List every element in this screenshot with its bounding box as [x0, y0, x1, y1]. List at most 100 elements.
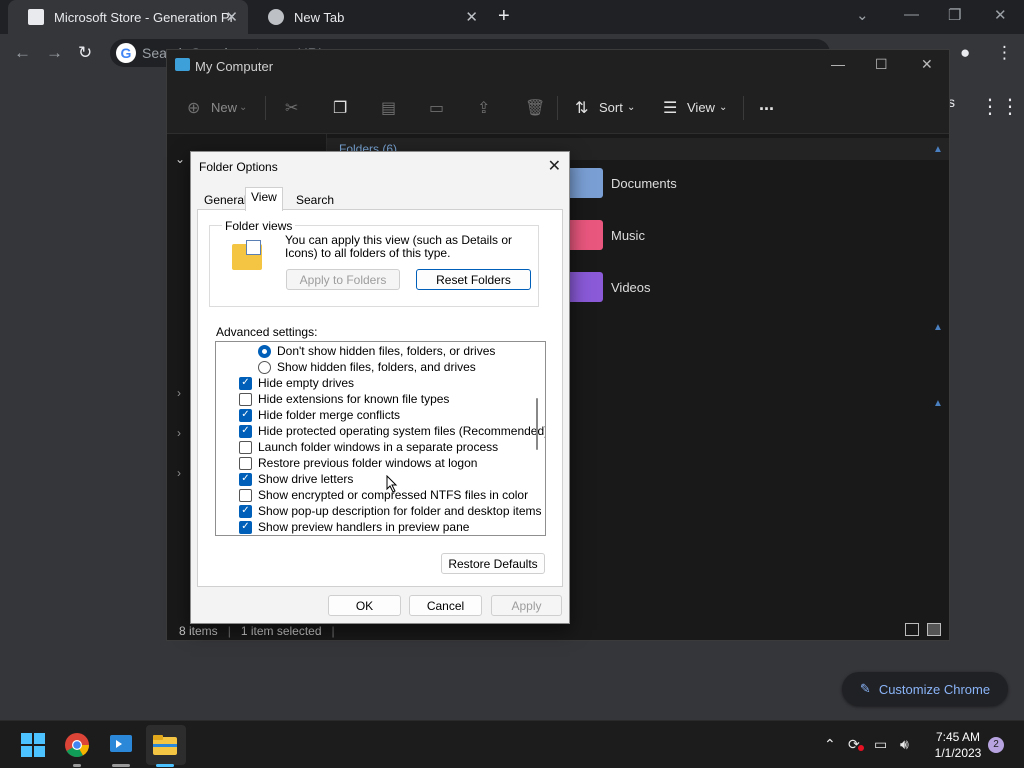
view-button[interactable]: View — [687, 100, 715, 115]
volume-icon[interactable]: 🔊︎ — [900, 736, 909, 753]
checkbox[interactable]: ✓ — [239, 472, 252, 486]
folder-item-music[interactable]: Music — [567, 220, 645, 250]
advanced-setting-row[interactable]: Show hidden files, folders, and drives — [258, 359, 476, 375]
cut-icon[interactable]: ✂ — [285, 98, 298, 118]
chrome-tab-microsoft-store[interactable]: Microsoft Store - Generation Proj ✕ — [8, 0, 248, 34]
checkbox[interactable]: ✓ — [239, 376, 252, 390]
close-window-icon[interactable]: ✕ — [994, 6, 1007, 24]
setting-label: Hide extensions for known file types — [258, 392, 450, 406]
radio-button[interactable] — [258, 360, 271, 374]
chrome-icon[interactable] — [64, 732, 90, 758]
advanced-setting-row[interactable]: ✓ Hide protected operating system files (… — [239, 423, 545, 439]
collapse-icon[interactable]: ▲ — [933, 322, 943, 333]
folder-item-videos[interactable]: Videos — [567, 272, 651, 302]
profile-icon[interactable]: ● — [960, 43, 970, 63]
copy-icon[interactable]: ❐ — [333, 98, 347, 118]
advanced-setting-row[interactable]: ✓ Show pop-up description for folder and … — [239, 503, 542, 519]
checkbox[interactable] — [239, 488, 252, 502]
folder-label: Music — [611, 227, 645, 243]
sort-icon[interactable]: ⇅ — [575, 98, 588, 118]
chevron-right-icon[interactable]: › — [177, 466, 181, 480]
checkbox[interactable] — [239, 440, 252, 454]
ok-button[interactable]: OK — [328, 595, 401, 616]
sync-icon[interactable]: ⟳ — [848, 736, 860, 753]
new-button[interactable]: New — [211, 100, 237, 115]
chevron-down-icon[interactable]: ⌄ — [175, 152, 185, 166]
tab-search[interactable]: Search — [291, 190, 339, 210]
reset-folders-button[interactable]: Reset Folders — [416, 269, 531, 290]
folder-options-dialog: Folder Options ✕ General View Search Fol… — [190, 151, 570, 624]
store-icon — [28, 9, 44, 25]
restore-defaults-button[interactable]: Restore Defaults — [441, 553, 545, 574]
forward-icon[interactable]: → — [46, 43, 63, 63]
tab-general[interactable]: General — [199, 190, 252, 210]
details-view-icon[interactable] — [905, 623, 919, 636]
tab-view[interactable]: View — [245, 187, 283, 211]
advanced-setting-row[interactable]: ✓ Show drive letters — [239, 471, 353, 487]
view-icon[interactable]: ☰ — [663, 98, 677, 118]
radio-button[interactable] — [258, 344, 271, 358]
file-explorer-icon[interactable] — [152, 732, 178, 758]
rename-icon[interactable]: ▭ — [429, 98, 444, 118]
checkbox[interactable]: ✓ — [239, 504, 252, 518]
more-options-button[interactable]: ... — [759, 94, 774, 115]
share-icon[interactable]: ⇪ — [477, 98, 490, 118]
advanced-setting-row[interactable]: Launch folder windows in a separate proc… — [239, 439, 498, 455]
large-icons-view-icon[interactable] — [927, 623, 941, 636]
close-tab-icon[interactable]: ✕ — [465, 8, 478, 26]
remote-desktop-icon[interactable] — [108, 732, 134, 758]
cancel-button[interactable]: Cancel — [409, 595, 482, 616]
advanced-setting-row[interactable]: Hide extensions for known file types — [239, 391, 449, 407]
pencil-icon: ✎ — [859, 681, 871, 696]
advanced-setting-row[interactable]: Restore previous folder windows at logon — [239, 455, 477, 471]
chevron-up-icon[interactable]: ⌃ — [824, 736, 836, 753]
paste-icon[interactable]: ▤ — [381, 98, 396, 118]
checkbox[interactable]: ✓ — [239, 424, 252, 438]
sort-button[interactable]: Sort — [599, 100, 623, 115]
setting-label: Don't show hidden files, folders, or dri… — [277, 344, 496, 358]
tab-search-icon[interactable]: ⌄ — [856, 6, 869, 24]
advanced-setting-row[interactable]: ✓ Hide empty drives — [239, 375, 354, 391]
close-icon[interactable]: ✕ — [548, 156, 561, 176]
chrome-tab-strip: Microsoft Store - Generation Proj ✕ New … — [0, 0, 1024, 34]
close-icon[interactable]: ✕ — [921, 56, 933, 73]
checkbox[interactable] — [239, 392, 252, 406]
windows-start-icon[interactable] — [20, 732, 46, 758]
chevron-right-icon[interactable]: › — [177, 426, 181, 440]
close-tab-icon[interactable]: ✕ — [225, 8, 238, 26]
apply-to-folders-button[interactable]: Apply to Folders — [286, 269, 400, 290]
advanced-settings-label: Advanced settings: — [216, 325, 318, 339]
network-icon[interactable]: ▭ — [874, 736, 887, 753]
mouse-cursor-icon — [386, 475, 398, 493]
chrome-tab-new-tab[interactable]: New Tab ✕ — [248, 0, 488, 34]
restore-icon[interactable]: ❐ — [948, 6, 961, 24]
apply-button[interactable]: Apply — [491, 595, 562, 616]
back-icon[interactable]: ← — [14, 43, 31, 63]
notification-badge[interactable]: 2 — [988, 737, 1004, 753]
advanced-setting-row[interactable]: Show encrypted or compressed NTFS files … — [239, 487, 528, 503]
advanced-setting-row[interactable]: ✓ Show preview handlers in preview pane — [239, 519, 469, 535]
advanced-setting-row[interactable]: ✓ Hide folder merge conflicts — [239, 407, 400, 423]
apps-grid-icon[interactable]: ⋮⋮⋮ — [980, 94, 1024, 119]
folder-item-documents[interactable]: Documents — [567, 168, 677, 198]
chrome-menu-icon[interactable]: ⋮ — [996, 43, 1013, 63]
advanced-settings-list[interactable]: Don't show hidden files, folders, or dri… — [215, 341, 546, 536]
minimize-icon[interactable]: — — [904, 6, 919, 23]
customize-chrome-button[interactable]: ✎ Customize Chrome — [842, 672, 1008, 706]
checkbox[interactable]: ✓ — [239, 408, 252, 422]
scrollbar-thumb[interactable] — [536, 398, 538, 450]
new-tab-button[interactable]: + — [498, 5, 510, 28]
new-icon[interactable]: ⊕ — [187, 98, 200, 118]
chevron-right-icon[interactable]: › — [177, 386, 181, 400]
clock[interactable]: 7:45 AM 1/1/2023 — [924, 729, 992, 761]
delete-icon[interactable]: 🗑 — [525, 98, 545, 118]
minimize-icon[interactable]: — — [831, 56, 845, 72]
reload-icon[interactable]: ↻ — [78, 43, 92, 63]
taskbar: ⌃ ⟳ ▭ 🔊︎ 7:45 AM 1/1/2023 2 — [0, 720, 1024, 768]
checkbox[interactable] — [239, 456, 252, 470]
collapse-icon[interactable]: ▲ — [933, 144, 943, 155]
advanced-setting-row[interactable]: Don't show hidden files, folders, or dri… — [258, 343, 495, 359]
checkbox[interactable]: ✓ — [239, 520, 252, 534]
collapse-icon[interactable]: ▲ — [933, 398, 943, 409]
maximize-icon[interactable]: ☐ — [875, 56, 888, 73]
